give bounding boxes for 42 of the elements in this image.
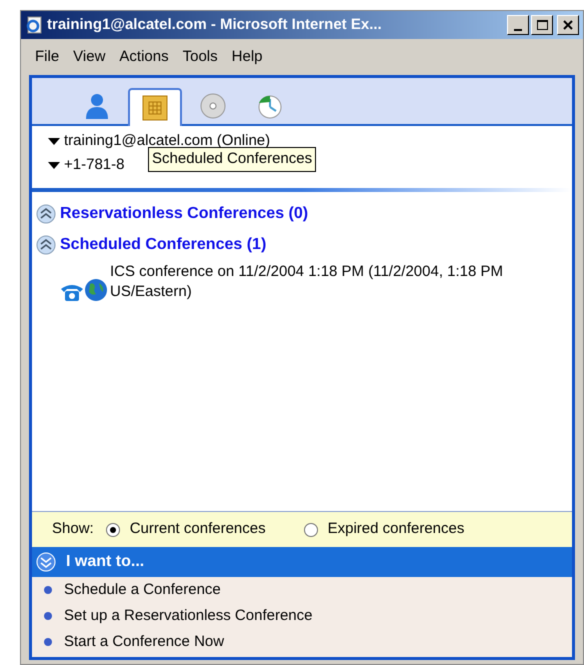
task-link[interactable]: Set up a Reservationless Conference xyxy=(64,604,312,628)
show-label: Show: xyxy=(52,519,94,540)
clock-icon xyxy=(258,96,282,118)
globe-icon xyxy=(84,278,108,302)
calendar-icon xyxy=(142,96,168,120)
phone-icon xyxy=(60,282,84,302)
expanded-arrow-icon[interactable] xyxy=(48,162,60,168)
bullet-icon xyxy=(44,586,52,594)
conference-item[interactable]: ICS conference on 11/2/2004 1:18 PM (11/2/2004, 1:18 PM US/Eastern) xyxy=(110,262,568,302)
collapse-icon[interactable] xyxy=(36,234,56,254)
person-icon xyxy=(86,94,108,119)
menu-item[interactable]: Help xyxy=(226,46,269,68)
menu-item[interactable]: View xyxy=(67,46,112,68)
menu-item[interactable]: Tools xyxy=(176,46,224,68)
tree-item[interactable]: training1@alcatel.com (Online) xyxy=(64,132,270,150)
radio-label[interactable]: Expired conferences xyxy=(328,518,464,541)
disc-icon xyxy=(200,94,226,118)
task-link[interactable]: Start a Conference Now xyxy=(64,630,224,654)
radio-button[interactable] xyxy=(106,522,120,536)
minimize-button[interactable] xyxy=(507,15,529,35)
bullet-icon xyxy=(44,612,52,620)
section-header[interactable]: Reservationless Conferences (0) xyxy=(60,202,308,226)
bullet-icon xyxy=(44,638,52,646)
close-button[interactable] xyxy=(557,15,579,35)
section-header[interactable]: Scheduled Conferences (1) xyxy=(60,232,266,256)
window-title: training1@alcatel.com - Microsoft Internet Ex... xyxy=(47,14,383,35)
browser-icon xyxy=(25,16,43,34)
tab[interactable] xyxy=(128,88,182,126)
maximize-icon xyxy=(536,20,548,30)
expanded-arrow-icon[interactable] xyxy=(48,138,60,144)
task-panel-header[interactable]: I want to... xyxy=(32,547,572,577)
menu-item[interactable]: File xyxy=(29,46,66,68)
task-link[interactable]: Schedule a Conference xyxy=(64,578,221,602)
collapse-icon[interactable] xyxy=(36,204,56,224)
minimize-icon xyxy=(514,29,522,31)
tooltip: Scheduled Conferences xyxy=(148,147,316,172)
tree-item[interactable]: +1-781-8 xyxy=(64,156,124,174)
close-icon xyxy=(563,20,573,30)
menu-item[interactable]: Actions xyxy=(113,46,175,68)
radio-label[interactable]: Current conferences xyxy=(130,518,266,541)
maximize-button[interactable] xyxy=(531,15,553,35)
radio-button[interactable] xyxy=(304,522,318,536)
